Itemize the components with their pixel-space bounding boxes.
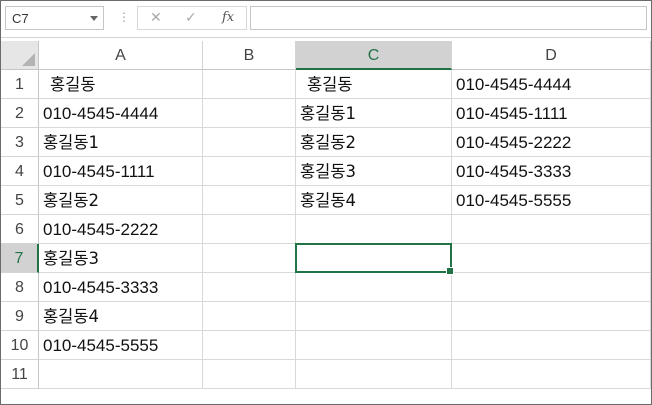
row-header-7[interactable]: 7 xyxy=(1,244,39,273)
cell-a3[interactable]: 홍길동1 xyxy=(39,128,203,157)
cell-b3[interactable] xyxy=(203,128,296,157)
cell-c10[interactable] xyxy=(296,331,452,360)
select-all-button[interactable] xyxy=(1,41,39,70)
chevron-down-icon[interactable] xyxy=(90,16,98,21)
cell-a6[interactable]: 010-4545-2222 xyxy=(39,215,203,244)
cell-b7[interactable] xyxy=(203,244,296,273)
formula-input[interactable] xyxy=(250,6,647,30)
cell-c5[interactable]: 홍길동4 xyxy=(296,186,452,215)
row-header-4[interactable]: 4 xyxy=(1,157,39,186)
cell-d11[interactable] xyxy=(452,360,651,389)
cell-a1[interactable]: 홍길동 xyxy=(39,70,203,99)
cell-a5[interactable]: 홍길동2 xyxy=(39,186,203,215)
cell-b8[interactable] xyxy=(203,273,296,302)
formula-tools: ✕ ✓ fx xyxy=(137,6,247,30)
row-header-11[interactable]: 11 xyxy=(1,360,39,389)
cell-c6[interactable] xyxy=(296,215,452,244)
cell-b4[interactable] xyxy=(203,157,296,186)
row-header-3[interactable]: 3 xyxy=(1,128,39,157)
name-box-value: C7 xyxy=(12,11,29,26)
cell-d9[interactable] xyxy=(452,302,651,331)
cell-d7[interactable] xyxy=(452,244,651,273)
cell-d4[interactable]: 010-4545-3333 xyxy=(452,157,651,186)
cell-c1[interactable]: 홍길동 xyxy=(296,70,452,99)
cell-d5[interactable]: 010-4545-5555 xyxy=(452,186,651,215)
row-header-10[interactable]: 10 xyxy=(1,331,39,360)
select-all-icon xyxy=(22,53,35,66)
cell-d8[interactable] xyxy=(452,273,651,302)
cell-a4[interactable]: 010-4545-1111 xyxy=(39,157,203,186)
spreadsheet-window: C7 ⋮ ✕ ✓ fx ABCD1 홍길동 홍길동 010-4545-4444 2 0… xyxy=(0,0,652,405)
row-header-5[interactable]: 5 xyxy=(1,186,39,215)
name-box[interactable]: C7 xyxy=(5,6,104,30)
insert-function-icon[interactable]: fx xyxy=(222,10,234,25)
cell-a11[interactable] xyxy=(39,360,203,389)
column-header-d[interactable]: D xyxy=(452,41,651,70)
cell-d1[interactable]: 010-4545-4444 xyxy=(452,70,651,99)
cell-b9[interactable] xyxy=(203,302,296,331)
row-header-2[interactable]: 2 xyxy=(1,99,39,128)
more-options-icon[interactable]: ⋮ xyxy=(118,10,130,24)
cell-b6[interactable] xyxy=(203,215,296,244)
cell-c11[interactable] xyxy=(296,360,452,389)
cell-a8[interactable]: 010-4545-3333 xyxy=(39,273,203,302)
cell-d6[interactable] xyxy=(452,215,651,244)
cell-d3[interactable]: 010-4545-2222 xyxy=(452,128,651,157)
row-header-1[interactable]: 1 xyxy=(1,70,39,99)
cell-c3[interactable]: 홍길동2 xyxy=(296,128,452,157)
cell-a2[interactable]: 010-4545-4444 xyxy=(39,99,203,128)
cell-c7[interactable] xyxy=(296,244,452,273)
formula-bar: C7 ⋮ ✕ ✓ fx xyxy=(1,1,651,38)
row-header-9[interactable]: 9 xyxy=(1,302,39,331)
cell-c2[interactable]: 홍길동1 xyxy=(296,99,452,128)
cell-b5[interactable] xyxy=(203,186,296,215)
column-header-a[interactable]: A xyxy=(39,41,203,70)
cell-c8[interactable] xyxy=(296,273,452,302)
row-header-6[interactable]: 6 xyxy=(1,215,39,244)
cell-c4[interactable]: 홍길동3 xyxy=(296,157,452,186)
cell-c9[interactable] xyxy=(296,302,452,331)
cell-a9[interactable]: 홍길동4 xyxy=(39,302,203,331)
column-header-b[interactable]: B xyxy=(203,41,296,70)
check-icon[interactable]: ✓ xyxy=(185,10,197,26)
column-header-c[interactable]: C xyxy=(296,41,452,70)
cancel-icon[interactable]: ✕ xyxy=(150,10,162,26)
cell-d10[interactable] xyxy=(452,331,651,360)
row-header-8[interactable]: 8 xyxy=(1,273,39,302)
cell-a7[interactable]: 홍길동3 xyxy=(39,244,203,273)
cell-a10[interactable]: 010-4545-5555 xyxy=(39,331,203,360)
cell-b2[interactable] xyxy=(203,99,296,128)
cell-d2[interactable]: 010-4545-1111 xyxy=(452,99,651,128)
cell-b11[interactable] xyxy=(203,360,296,389)
cell-b1[interactable] xyxy=(203,70,296,99)
cell-b10[interactable] xyxy=(203,331,296,360)
